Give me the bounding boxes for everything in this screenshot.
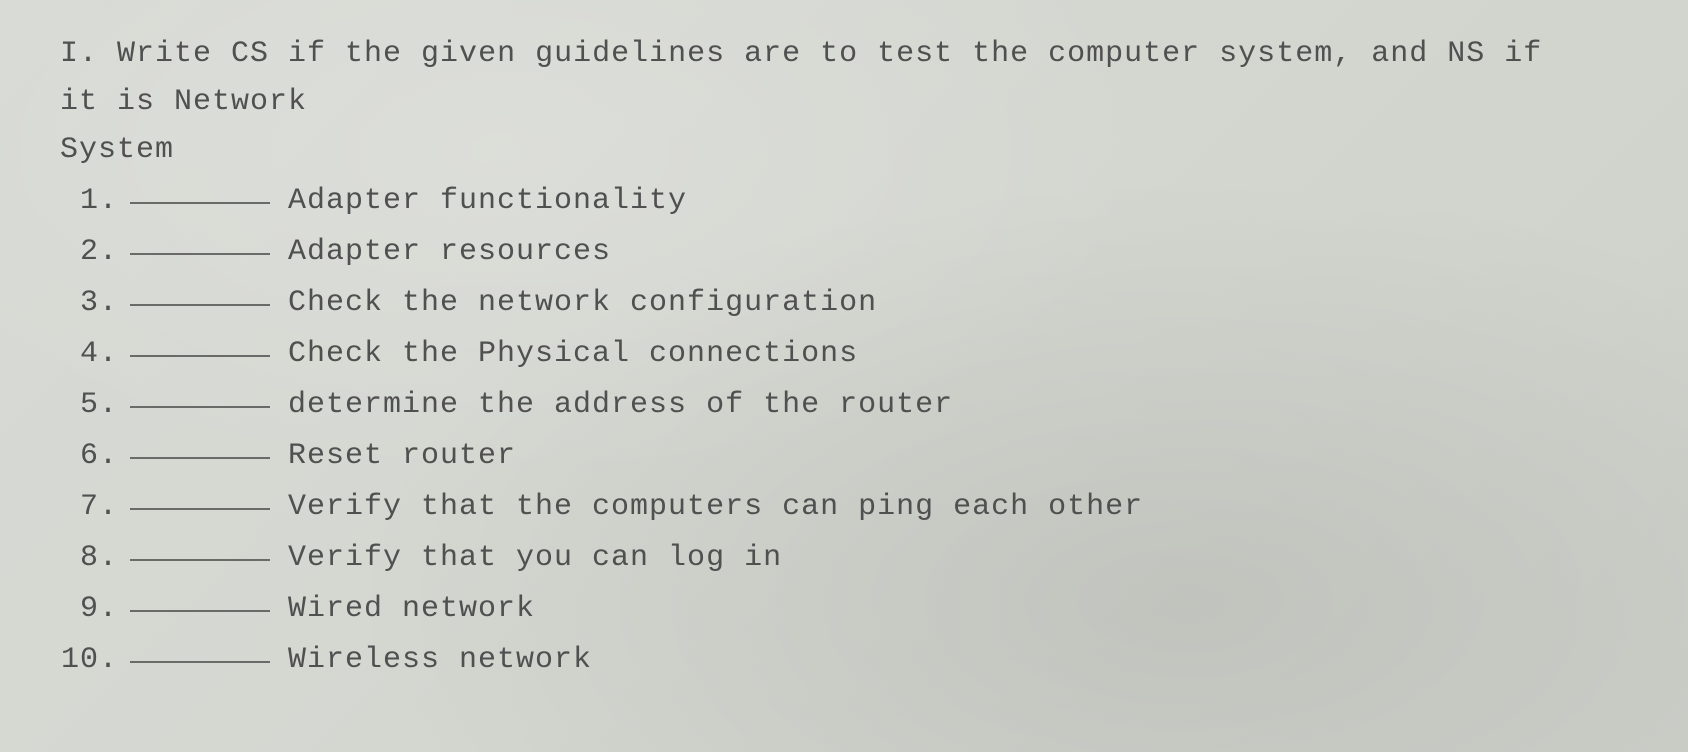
question-number: 5. <box>60 380 130 431</box>
answer-blank[interactable] <box>130 304 270 306</box>
question-item: 1. Adapter functionality <box>60 176 1628 227</box>
answer-blank[interactable] <box>130 406 270 408</box>
worksheet-content: I. Write CS if the given guidelines are … <box>60 30 1628 686</box>
question-number: 10. <box>60 635 130 686</box>
question-item: 5. determine the address of the router <box>60 380 1628 431</box>
question-text: Adapter functionality <box>288 176 1628 227</box>
instruction-line-1: I. Write CS if the given guidelines are … <box>60 30 1628 78</box>
question-number: 2. <box>60 227 130 278</box>
answer-blank[interactable] <box>130 508 270 510</box>
question-number: 7. <box>60 482 130 533</box>
question-text: Wireless network <box>288 635 1628 686</box>
answer-blank[interactable] <box>130 610 270 612</box>
question-number: 1. <box>60 176 130 227</box>
question-list: 1. Adapter functionality 2. Adapter reso… <box>60 176 1628 686</box>
question-text: Wired network <box>288 584 1628 635</box>
question-item: 4. Check the Physical connections <box>60 329 1628 380</box>
question-number: 4. <box>60 329 130 380</box>
question-text: Reset router <box>288 431 1628 482</box>
answer-blank[interactable] <box>130 355 270 357</box>
question-text: Verify that you can log in <box>288 533 1628 584</box>
question-text: Verify that the computers can ping each … <box>288 482 1628 533</box>
question-text: Check the Physical connections <box>288 329 1628 380</box>
question-item: 10. Wireless network <box>60 635 1628 686</box>
question-item: 2. Adapter resources <box>60 227 1628 278</box>
question-number: 3. <box>60 278 130 329</box>
answer-blank[interactable] <box>130 661 270 663</box>
answer-blank[interactable] <box>130 253 270 255</box>
question-number: 8. <box>60 533 130 584</box>
question-item: 9. Wired network <box>60 584 1628 635</box>
question-number: 9. <box>60 584 130 635</box>
instruction-line-3: System <box>60 126 1628 174</box>
answer-blank[interactable] <box>130 457 270 459</box>
question-item: 6. Reset router <box>60 431 1628 482</box>
question-number: 6. <box>60 431 130 482</box>
question-text: determine the address of the router <box>288 380 1628 431</box>
answer-blank[interactable] <box>130 202 270 204</box>
answer-blank[interactable] <box>130 559 270 561</box>
question-item: 3. Check the network configuration <box>60 278 1628 329</box>
instruction-line-2: it is Network <box>60 78 1628 126</box>
question-item: 8. Verify that you can log in <box>60 533 1628 584</box>
question-text: Adapter resources <box>288 227 1628 278</box>
question-item: 7. Verify that the computers can ping ea… <box>60 482 1628 533</box>
question-text: Check the network configuration <box>288 278 1628 329</box>
